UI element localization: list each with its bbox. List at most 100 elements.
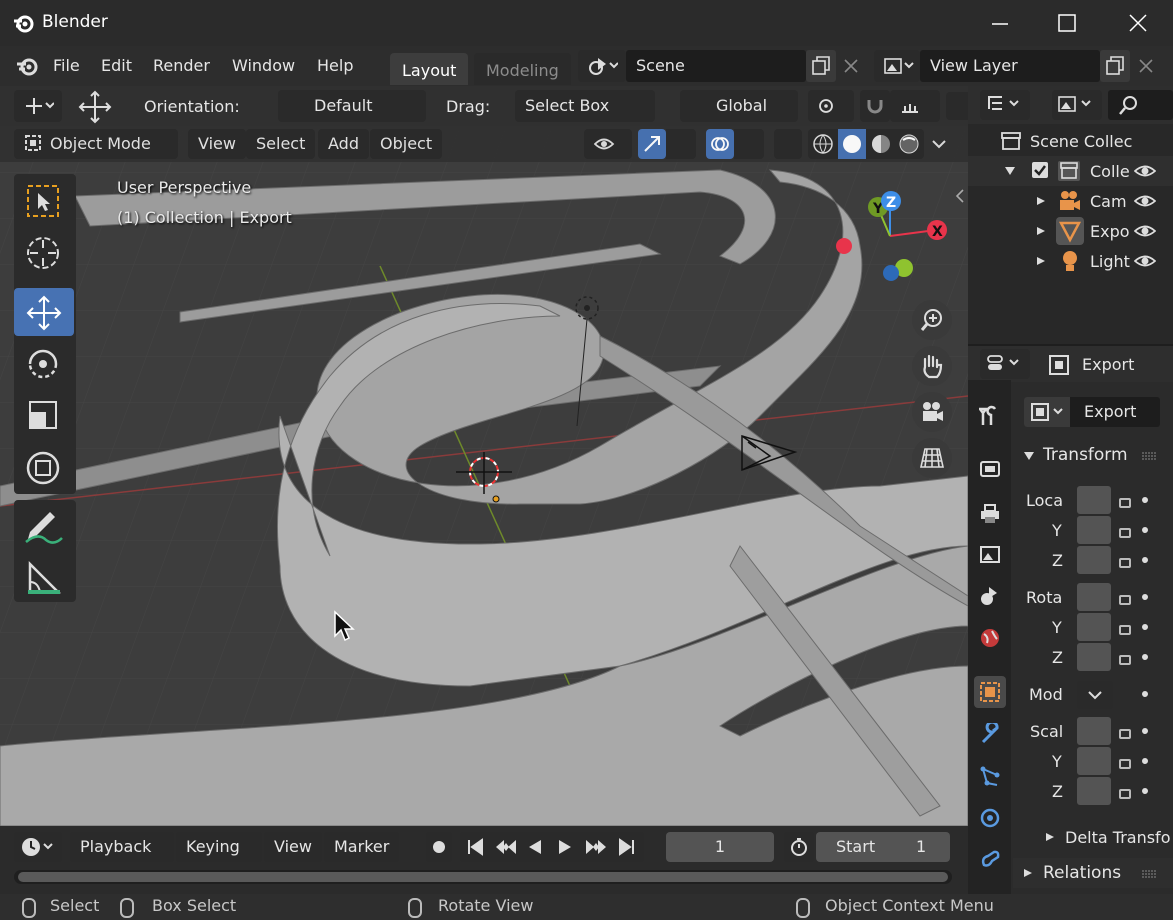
rotation-mode-dropdown[interactable] (1077, 681, 1113, 709)
tab-layout[interactable]: Layout (390, 53, 469, 85)
eye-icon[interactable] (1134, 193, 1156, 209)
timeline-scrollbar[interactable] (18, 872, 948, 882)
current-frame-field[interactable]: 1 (666, 832, 774, 862)
material-shading-icon[interactable] (870, 133, 892, 155)
remove-viewlayer-icon[interactable] (1138, 58, 1154, 74)
record-button[interactable] (426, 832, 452, 862)
keyframe-dot-icon[interactable] (1142, 527, 1148, 533)
tab-particles[interactable] (974, 760, 1006, 792)
keyframe-dot-icon[interactable] (1142, 788, 1148, 794)
lock-icon[interactable] (1119, 759, 1131, 769)
outliner-item-collection[interactable]: Colle (968, 156, 1173, 186)
properties-editor-dropdown[interactable] (980, 349, 1030, 379)
copy-viewlayer-button[interactable] (1100, 50, 1130, 82)
drag-dropdown[interactable]: Select Box (515, 90, 655, 122)
tab-world[interactable] (974, 622, 1006, 654)
snap-target-dropdown[interactable] (890, 90, 940, 122)
tab-physics[interactable] (974, 802, 1006, 834)
visibility-dropdown[interactable] (584, 129, 632, 159)
pan-button[interactable] (912, 346, 952, 386)
jump-keyframe-forward-icon[interactable] (584, 838, 608, 856)
expand-arrow-icon[interactable] (1004, 166, 1016, 176)
navigation-gizmo[interactable]: Y Z X (860, 186, 956, 286)
lock-icon[interactable] (1119, 789, 1131, 799)
xray-toggle[interactable] (774, 129, 802, 159)
keyframe-dot-icon[interactable] (1142, 557, 1148, 563)
play-reverse-icon[interactable] (526, 838, 544, 856)
rotation-x-field[interactable] (1077, 583, 1111, 611)
keyframe-dot-icon[interactable] (1142, 497, 1148, 503)
keyframe-dot-icon[interactable] (1142, 624, 1148, 630)
lock-icon[interactable] (1119, 528, 1131, 538)
snap-toggle[interactable] (860, 90, 890, 122)
lock-icon[interactable] (1119, 729, 1131, 739)
minimize-icon[interactable] (990, 14, 1010, 34)
location-y-field[interactable] (1077, 516, 1111, 544)
solid-shading-button[interactable] (838, 129, 866, 159)
gizmo-z-negative[interactable] (883, 265, 899, 281)
eye-icon[interactable] (1134, 223, 1156, 239)
overlays-toggle[interactable] (706, 129, 734, 159)
transform-space-dropdown[interactable]: Global (680, 90, 798, 122)
menu-edit[interactable]: Edit (101, 56, 132, 75)
menu-playback[interactable]: Playback (70, 832, 174, 862)
3d-viewport[interactable] (0, 126, 968, 826)
tab-modifiers[interactable] (974, 718, 1006, 750)
rotation-z-field[interactable] (1077, 643, 1111, 671)
outliner-item-export[interactable]: Expo (968, 216, 1173, 246)
tab-scene[interactable] (974, 580, 1006, 612)
orientation-dropdown[interactable]: Default (278, 90, 426, 122)
outliner-item-camera[interactable]: Cam (968, 186, 1173, 216)
object-mode-dropdown[interactable]: Object Mode (14, 129, 178, 159)
annotate-tool[interactable] (14, 502, 74, 550)
move-tool-icon[interactable] (78, 90, 112, 124)
scene-browse-button[interactable] (578, 50, 626, 82)
menu-view[interactable]: View (188, 129, 246, 159)
drag-handle-icon[interactable] (1141, 870, 1157, 878)
proportional-edit-toggle[interactable] (946, 92, 968, 120)
remove-scene-icon[interactable] (843, 58, 859, 74)
tab-output[interactable] (974, 498, 1006, 530)
close-icon[interactable] (1128, 13, 1148, 33)
location-x-field[interactable] (1077, 486, 1111, 514)
menu-timeline-view[interactable]: View (264, 832, 322, 862)
sidebar-toggle-icon[interactable] (955, 188, 965, 204)
lock-icon[interactable] (1119, 558, 1131, 568)
tab-constraints[interactable] (974, 842, 1006, 874)
play-icon[interactable] (556, 838, 574, 856)
scene-name-field[interactable]: Scene (626, 50, 806, 82)
display-mode-dropdown[interactable] (1052, 90, 1102, 120)
drag-handle-icon[interactable] (1141, 452, 1157, 460)
copy-scene-button[interactable] (806, 50, 836, 82)
keyframe-dot-icon[interactable] (1142, 594, 1148, 600)
outliner-search-field[interactable] (1108, 90, 1173, 120)
menu-object[interactable]: Object (370, 129, 443, 159)
menu-marker[interactable]: Marker (324, 832, 400, 862)
jump-end-icon[interactable] (618, 838, 636, 856)
delta-transform-subpanel[interactable]: Delta Transfo (1013, 824, 1173, 852)
gizmo-dropdown[interactable] (666, 129, 696, 159)
tool-options-dropdown[interactable] (14, 90, 62, 122)
select-box-tool[interactable] (14, 176, 74, 224)
zoom-button[interactable] (912, 300, 952, 340)
scale-tool[interactable] (14, 392, 74, 440)
viewlayer-browse-button[interactable] (874, 50, 920, 82)
wireframe-shading-icon[interactable] (812, 133, 834, 155)
keyframe-dot-icon[interactable] (1142, 728, 1148, 734)
outliner-item-light[interactable]: Light (968, 246, 1173, 276)
menu-window[interactable]: Window (232, 56, 295, 75)
tab-tool[interactable] (974, 400, 1006, 432)
scene-canvas[interactable] (0, 126, 968, 826)
jump-keyframe-back-icon[interactable] (494, 838, 518, 856)
collection-exclude-checkbox[interactable] (1032, 162, 1048, 178)
gizmo-x-neg-dot[interactable] (836, 238, 852, 254)
rotation-y-field[interactable] (1077, 613, 1111, 641)
eye-icon[interactable] (1134, 253, 1156, 269)
camera-view-button[interactable] (912, 392, 952, 432)
editor-type-dropdown[interactable] (980, 90, 1030, 120)
menu-select[interactable]: Select (246, 129, 316, 159)
rotate-tool[interactable] (14, 340, 74, 388)
blender-menu-icon[interactable] (14, 54, 40, 78)
shading-options-dropdown[interactable] (926, 129, 954, 159)
overlays-dropdown[interactable] (734, 129, 764, 159)
